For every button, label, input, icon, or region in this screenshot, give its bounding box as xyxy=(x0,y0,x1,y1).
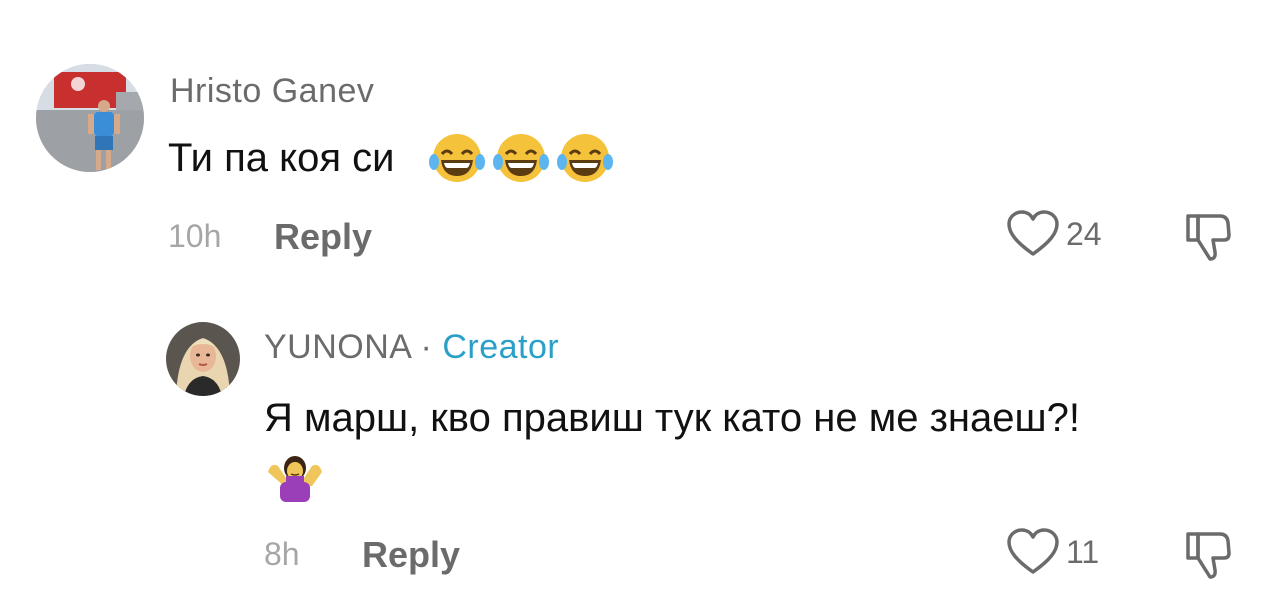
comment-timestamp: 10h xyxy=(168,218,222,254)
like-count: 11 xyxy=(1066,533,1100,570)
comment-timestamp: 8h xyxy=(264,536,300,572)
face-with-tears-of-joy-icon xyxy=(493,134,549,182)
like-button[interactable]: 24 xyxy=(1006,210,1102,258)
comments-thread: Hristo Ganev Ти па коя си 10h Reply 24 Y… xyxy=(0,0,1280,612)
thumbs-down-icon xyxy=(1186,214,1231,261)
comment-username[interactable]: YUNONA xyxy=(264,328,411,366)
dislike-button[interactable] xyxy=(1184,212,1232,267)
comment-username[interactable]: Hristo Ganev xyxy=(170,72,374,111)
dislike-button[interactable] xyxy=(1184,530,1232,585)
like-button[interactable]: 11 xyxy=(1006,528,1099,576)
comment-text: Ти па коя си xyxy=(168,136,395,180)
like-count: 24 xyxy=(1066,215,1102,252)
emoji-group xyxy=(428,132,614,184)
creator-badge: Creator xyxy=(442,328,560,366)
heart-icon xyxy=(1007,210,1059,256)
reply-username-line: YUNONA · Creator xyxy=(264,328,559,367)
emoji-group xyxy=(266,454,324,502)
reply-button[interactable]: Reply xyxy=(362,534,460,576)
heart-icon xyxy=(1007,528,1059,574)
face-with-tears-of-joy-icon xyxy=(429,134,485,182)
thumbs-down-icon xyxy=(1186,532,1231,579)
reply-button[interactable]: Reply xyxy=(274,216,372,258)
comment-text: Я марш, кво правиш тук като не ме знаеш?… xyxy=(264,396,1080,440)
separator-dot: · xyxy=(420,328,433,366)
face-with-tears-of-joy-icon xyxy=(557,134,613,182)
avatar[interactable] xyxy=(36,64,144,172)
avatar[interactable] xyxy=(166,322,240,396)
person-shrugging-icon xyxy=(268,456,322,502)
